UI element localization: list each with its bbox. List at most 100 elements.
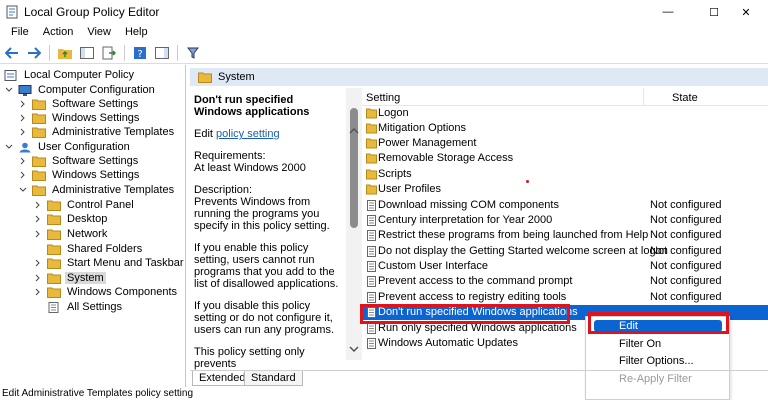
filter-icon [187, 47, 199, 59]
chevron-right-icon[interactable] [33, 229, 43, 239]
tree-item-administrative-templates[interactable]: Administrative Templates [18, 125, 176, 139]
folder-icon [198, 72, 212, 83]
title-bar: Local Group Policy Editor — ☐ ✕ [0, 0, 768, 24]
chevron-right-icon[interactable] [33, 200, 43, 210]
maximize-icon: ☐ [709, 6, 719, 19]
tree-item-shared-folders[interactable]: Shared Folders [47, 242, 144, 256]
chevron-right-icon[interactable] [33, 273, 43, 283]
setting-name: User Profiles [378, 183, 441, 195]
list-row[interactable]: Restrict these programs from being launc… [362, 228, 768, 243]
policy-editor-icon [6, 5, 18, 19]
list-row[interactable]: Logon [362, 106, 768, 121]
context-filter-on[interactable]: Filter On [619, 338, 661, 350]
menu-view[interactable]: View [80, 24, 118, 42]
list-row[interactable]: User Profiles [362, 182, 768, 197]
list-row[interactable]: Prevent access to registry editing tools… [362, 290, 768, 305]
tree-item-label: User Configuration [38, 141, 130, 153]
description-pane: Don't run specified Windows applications… [190, 88, 346, 370]
policy-title: Don't run specified Windows applications [194, 94, 310, 118]
chevron-right-icon[interactable] [18, 113, 28, 123]
context-filter-options[interactable]: Filter Options... [619, 355, 694, 367]
tree-item-network[interactable]: Network [33, 227, 109, 241]
setting-name: Logon [378, 107, 409, 119]
panel-icon [80, 46, 94, 59]
folder-icon [47, 229, 61, 240]
list-row[interactable]: Removable Storage Access [362, 151, 768, 166]
chevron-right-icon[interactable] [18, 156, 28, 166]
setting-name: Restrict these programs from being launc… [378, 229, 649, 241]
help-button[interactable]: ? [130, 44, 150, 62]
chevron-right-icon[interactable] [33, 214, 43, 224]
filter-button[interactable] [183, 44, 203, 62]
tree-item-label: Windows Components [67, 286, 178, 298]
export-list-button[interactable] [99, 44, 119, 62]
menu-help[interactable]: Help [118, 24, 155, 42]
toolbar-separator [124, 44, 125, 61]
tree-item-user-software-settings[interactable]: Software Settings [18, 154, 140, 168]
list-row[interactable]: Power Management [362, 136, 768, 151]
tree-item-software-settings[interactable]: Software Settings [18, 97, 140, 111]
tree-item-local-computer-policy[interactable]: Local Computer Policy [4, 68, 136, 82]
edit-prefix: Edit [194, 128, 217, 140]
chevron-down-icon[interactable] [349, 346, 359, 352]
forward-button[interactable] [24, 44, 44, 62]
tree-item-windows-settings[interactable]: Windows Settings [18, 111, 141, 125]
column-setting[interactable]: Setting [366, 92, 400, 104]
setting-name: Custom User Interface [378, 260, 489, 272]
tab-standard[interactable]: Standard [244, 371, 303, 386]
tree-item-label: Computer Configuration [38, 84, 155, 96]
list-row[interactable]: Mitigation Options [362, 121, 768, 136]
list-row[interactable]: Do not display the Getting Started welco… [362, 244, 768, 259]
chevron-down-icon[interactable] [4, 85, 14, 95]
chevron-up-icon[interactable] [349, 128, 359, 134]
column-state[interactable]: State [672, 92, 698, 104]
tree-item-user-windows-settings[interactable]: Windows Settings [18, 168, 141, 182]
tree-item-start-menu-and-taskbar[interactable]: Start Menu and Taskbar [33, 256, 186, 270]
close-button[interactable]: ✕ [724, 0, 768, 24]
window-title: Local Group Policy Editor [24, 5, 160, 19]
up-folder-button[interactable] [55, 44, 75, 62]
console-tree-button[interactable] [152, 44, 172, 62]
tree-item-user-configuration[interactable]: User Configuration [4, 140, 132, 154]
minimize-button[interactable]: — [646, 0, 690, 24]
list-row[interactable]: Custom User Interface Not configured [362, 259, 768, 274]
folder-icon [47, 273, 61, 284]
list-row[interactable]: Download missing COM components Not confi… [362, 198, 768, 213]
chevron-right-icon[interactable] [18, 127, 28, 137]
chevron-down-icon[interactable] [18, 185, 28, 195]
folder-icon [366, 153, 377, 164]
list-row[interactable]: Century interpretation for Year 2000 Not … [362, 213, 768, 228]
list-row[interactable]: Scripts [362, 167, 768, 182]
menu-file[interactable]: File [4, 24, 36, 42]
chevron-right-icon[interactable] [18, 170, 28, 180]
setting-name: Prevent access to the command prompt [378, 275, 573, 287]
chevron-right-icon[interactable] [18, 99, 28, 109]
console-tree[interactable]: Local Computer Policy Computer Configura… [0, 65, 186, 387]
tree-item-label: Windows Settings [52, 112, 140, 124]
tree-item-label: System [65, 272, 106, 284]
minimize-icon: — [662, 6, 674, 18]
folder-icon [47, 244, 61, 255]
export-icon [102, 46, 116, 59]
tree-item-system[interactable]: System [33, 271, 106, 285]
column-divider[interactable] [643, 88, 644, 106]
chevron-down-icon[interactable] [4, 142, 14, 152]
scrollbar-thumb[interactable] [350, 108, 358, 228]
back-button[interactable] [2, 44, 22, 62]
chevron-right-icon[interactable] [33, 287, 43, 297]
status-bar: Edit Administrative Templates policy set… [2, 388, 194, 399]
tree-item-user-administrative-templates[interactable]: Administrative Templates [18, 183, 176, 197]
menu-action[interactable]: Action [36, 24, 81, 42]
close-icon: ✕ [741, 6, 751, 19]
show-hide-tree-button[interactable] [77, 44, 97, 62]
tree-item-computer-configuration[interactable]: Computer Configuration [4, 83, 157, 97]
edit-policy-link[interactable]: policy setting [216, 128, 280, 140]
arrow-right-icon [28, 46, 41, 59]
tree-item-control-panel[interactable]: Control Panel [33, 198, 136, 212]
tree-item-desktop[interactable]: Desktop [33, 212, 109, 226]
setting-name: Mitigation Options [378, 122, 467, 134]
tree-item-all-settings[interactable]: All Settings [47, 300, 124, 314]
tree-item-windows-components[interactable]: Windows Components [33, 285, 179, 299]
list-row[interactable]: Prevent access to the command prompt Not … [362, 274, 768, 289]
chevron-right-icon[interactable] [33, 258, 43, 268]
